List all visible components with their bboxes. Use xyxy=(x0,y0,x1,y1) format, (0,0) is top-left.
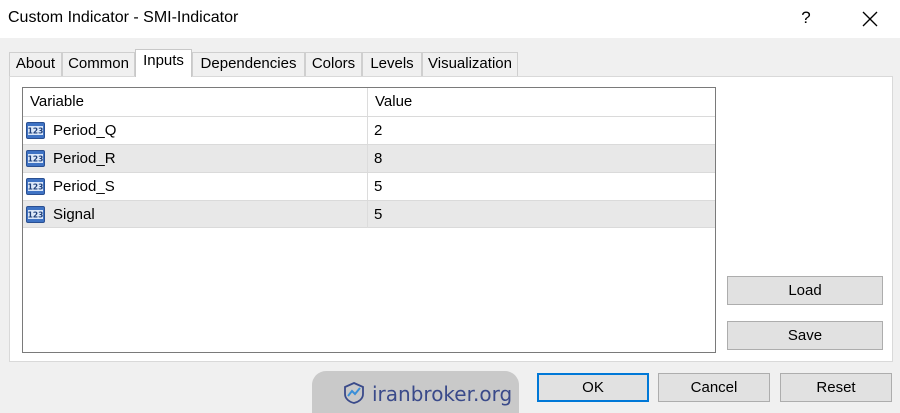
help-button[interactable]: ? xyxy=(792,4,820,32)
svg-text:123: 123 xyxy=(28,155,44,164)
tab-dependencies[interactable]: Dependencies xyxy=(192,52,305,76)
tab-inputs[interactable]: Inputs xyxy=(135,49,192,77)
table-row[interactable]: 123 Period_Q 2 xyxy=(23,116,715,144)
column-header-value[interactable]: Value xyxy=(368,88,715,116)
integer-type-icon: 123 xyxy=(26,178,45,195)
cancel-button[interactable]: Cancel xyxy=(658,373,770,402)
save-button[interactable]: Save xyxy=(727,321,883,350)
variable-name: Period_Q xyxy=(53,122,117,139)
watermark-text: iranbroker.org xyxy=(372,382,513,406)
inputs-panel: Variable Value 123 Period_Q 2 123 Period… xyxy=(9,76,893,362)
table-row[interactable]: 123 Period_R 8 xyxy=(23,144,715,172)
variable-value[interactable]: 5 xyxy=(374,201,382,228)
variable-name: Signal xyxy=(53,206,95,223)
variable-value[interactable]: 8 xyxy=(374,145,382,172)
grid-header: Variable Value xyxy=(23,88,715,116)
column-header-variable[interactable]: Variable xyxy=(23,88,367,116)
ok-button[interactable]: OK xyxy=(537,373,649,402)
close-icon xyxy=(862,11,878,27)
iranbroker-logo-icon xyxy=(344,382,364,404)
integer-type-icon: 123 xyxy=(26,122,45,139)
variable-value[interactable]: 5 xyxy=(374,173,382,200)
tab-common[interactable]: Common xyxy=(62,52,135,76)
load-button[interactable]: Load xyxy=(727,276,883,305)
integer-type-icon: 123 xyxy=(26,206,45,223)
tab-levels[interactable]: Levels xyxy=(362,52,422,76)
close-button[interactable] xyxy=(856,5,884,33)
tab-visualization[interactable]: Visualization xyxy=(422,52,518,76)
inputs-grid: Variable Value 123 Period_Q 2 123 Period… xyxy=(22,87,716,353)
svg-text:123: 123 xyxy=(28,211,44,220)
variable-value[interactable]: 2 xyxy=(374,117,382,144)
tab-about[interactable]: About xyxy=(9,52,62,76)
variable-name: Period_R xyxy=(53,150,116,167)
title-bar: Custom Indicator - SMI-Indicator ? xyxy=(0,0,900,38)
reset-button[interactable]: Reset xyxy=(780,373,892,402)
svg-text:123: 123 xyxy=(28,127,44,136)
integer-type-icon: 123 xyxy=(26,150,45,167)
table-row[interactable]: 123 Period_S 5 xyxy=(23,172,715,200)
svg-text:123: 123 xyxy=(28,183,44,192)
variable-name: Period_S xyxy=(53,178,115,195)
table-row[interactable]: 123 Signal 5 xyxy=(23,200,715,228)
watermark: iranbroker.org xyxy=(312,371,519,413)
tab-colors[interactable]: Colors xyxy=(305,52,362,76)
window-title: Custom Indicator - SMI-Indicator xyxy=(8,9,239,26)
